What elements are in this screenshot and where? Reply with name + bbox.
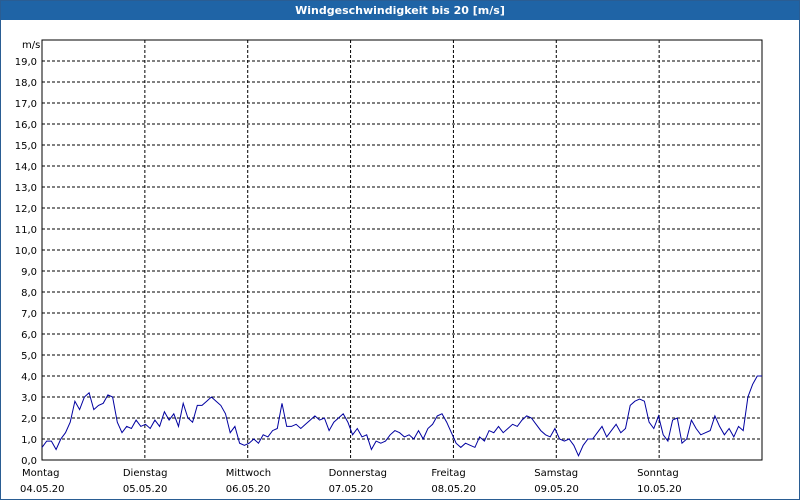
x-tick-date: 08.05.20 (431, 484, 476, 495)
x-tick-weekday: Donnerstag (329, 468, 387, 479)
y-tick-label: 4,0 (21, 372, 37, 383)
x-tick-weekday: Dienstag (123, 468, 168, 479)
y-tick-label: 13,0 (15, 183, 37, 194)
series-line (41, 375, 762, 458)
x-tick-date: 04.05.20 (20, 484, 65, 495)
series-layer (41, 375, 762, 458)
y-tick-label: 11,0 (15, 225, 37, 236)
y-tick-label: 9,0 (21, 267, 37, 278)
y-tick-label: 7,0 (21, 309, 37, 320)
x-tick-date: 10.05.20 (637, 484, 682, 495)
x-tick-weekday: Montag (22, 468, 59, 479)
x-tick-date: 07.05.20 (329, 484, 374, 495)
y-axis-unit-label: m/s (22, 40, 40, 51)
x-tick-weekday: Freitag (431, 468, 465, 479)
y-tick-label: 12,0 (15, 204, 37, 215)
y-tick-label: 1,0 (21, 435, 37, 446)
x-tick-weekday: Samstag (534, 468, 578, 479)
x-tick-weekday: Sonntag (637, 468, 679, 479)
y-tick-label: 3,0 (21, 393, 37, 404)
grid-layer (42, 40, 762, 460)
y-tick-labels: 0,0 1,0 2,0 3,0 4,0 5,0 6,0 7,0 8,0 9,0 10,0 11,0 12… (15, 57, 37, 467)
wind-speed-chart: m/s 0,0 1,0 2,0 3,0 4,0 5,0 6,0 7,0 8,0 9,0 10,0 11… (15, 39, 763, 495)
y-tick-label: 10,0 (15, 246, 37, 257)
y-tick-label: 16,0 (15, 120, 37, 131)
y-tick-label: 14,0 (15, 162, 37, 173)
x-tick-date: 06.05.20 (226, 484, 271, 495)
y-tick-label: 2,0 (21, 414, 37, 425)
y-tick-label: 0,0 (21, 456, 37, 467)
y-tick-label: 17,0 (15, 99, 37, 110)
x-tick-weekday: Mittwoch (226, 468, 271, 479)
y-tick-label: 15,0 (15, 141, 37, 152)
y-tick-label: 18,0 (15, 78, 37, 89)
x-tick-labels: Montag 04.05.20 Dienstag 05.05.20 Mittwoch 06… (20, 468, 682, 495)
y-tick-label: 8,0 (21, 288, 37, 299)
x-tick-date: 05.05.20 (123, 484, 168, 495)
y-tick-label: 5,0 (21, 351, 37, 362)
y-tick-label: 6,0 (21, 330, 37, 341)
y-tick-label: 19,0 (15, 57, 37, 68)
x-tick-date: 09.05.20 (534, 484, 579, 495)
